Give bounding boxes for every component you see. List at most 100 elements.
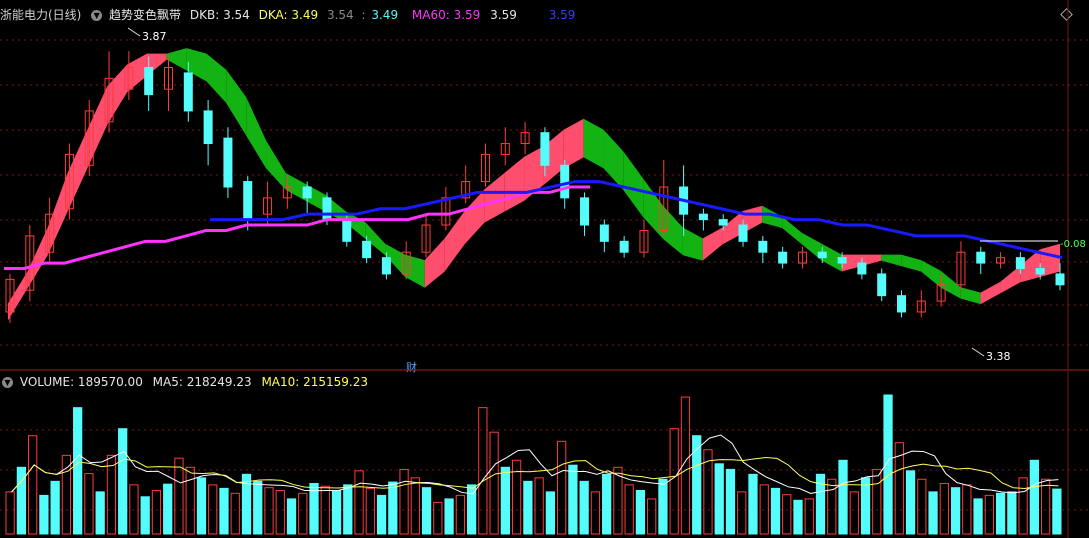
- ribbon-segment: [444, 211, 465, 272]
- volume-bar: [827, 478, 837, 535]
- volume-bar: [489, 431, 499, 535]
- candle-body: [837, 257, 847, 264]
- ribbon-segment: [8, 270, 28, 321]
- volume-bar: [860, 477, 871, 535]
- candle-body: [1015, 257, 1025, 269]
- volume-bar: [849, 491, 859, 535]
- volume-bar: [1007, 491, 1017, 535]
- volume-bar: [365, 487, 375, 535]
- volume-bar: [737, 491, 747, 535]
- candle-body: [1055, 273, 1065, 286]
- volume-bar: [770, 487, 781, 535]
- candle-body: [560, 164, 570, 199]
- volume-bar: [534, 477, 544, 535]
- candle-body: [203, 110, 213, 145]
- candle-body: [698, 213, 708, 221]
- ribbon-segment: [87, 86, 108, 169]
- volume-bar: [196, 477, 207, 535]
- volume-bar: [185, 466, 195, 535]
- ma60-line: [4, 185, 590, 270]
- volume-bar: [1040, 478, 1051, 535]
- volume-bar: [28, 435, 38, 535]
- ribbon-segment: [980, 281, 1001, 305]
- candle-body: [223, 137, 233, 188]
- volume-bar: [613, 466, 623, 535]
- ribbon-segment: [504, 156, 525, 212]
- candle-body: [738, 224, 748, 242]
- ribbon-segment: [27, 227, 48, 288]
- volume-bar: [647, 498, 657, 535]
- candle-body: [758, 240, 768, 253]
- volume-bar: [410, 477, 420, 535]
- ribbon-segment: [266, 140, 286, 190]
- volume-bar: [388, 481, 398, 535]
- candle-body: [540, 132, 550, 166]
- volume-bar: [793, 499, 803, 535]
- ribbon-segment: [881, 254, 902, 267]
- volume-bar: [917, 478, 927, 535]
- candle-body: [817, 251, 827, 259]
- annotations: 3.87 3.38 -0.08: [127, 27, 1086, 363]
- volume-bar: [568, 464, 578, 535]
- chart-window: { "header": { "stock_name": "浙能电力(日线)", …: [0, 0, 1089, 538]
- volume-bar: [230, 492, 240, 535]
- candle-body: [381, 257, 391, 275]
- volume-bar: [376, 494, 387, 535]
- volume-bar: [118, 428, 128, 535]
- ribbon-segment: [960, 287, 981, 305]
- volume-bars: [5, 394, 1062, 535]
- volume-bar: [444, 498, 454, 535]
- volume-bar: [973, 498, 983, 535]
- volume-bar: [635, 489, 646, 535]
- volume-bar: [939, 482, 949, 535]
- candle-body: [144, 66, 154, 96]
- volume-bar: [759, 484, 769, 535]
- candle-body: [1035, 268, 1045, 275]
- candle-body: [342, 219, 352, 242]
- volume-bar: [478, 407, 488, 535]
- candle-body: [718, 219, 728, 226]
- volume-bar: [950, 487, 961, 535]
- volume-bar: [84, 473, 94, 535]
- ribbon-segment: [623, 151, 644, 218]
- right-axis-label: -0.08: [1060, 239, 1086, 250]
- candle-body: [857, 262, 867, 275]
- volume-bar: [995, 492, 1006, 535]
- ribbon-segment: [107, 64, 128, 125]
- candle-body: [302, 186, 312, 199]
- volume-bar: [984, 494, 994, 535]
- volume-bar: [523, 480, 533, 535]
- candle-body: [243, 181, 253, 221]
- volume-bar: [39, 494, 49, 535]
- ribbon-segment: [127, 53, 147, 93]
- volume-bar: [5, 491, 15, 535]
- chart-canvas: 3.87 3.38 -0.08: [0, 0, 1089, 538]
- candle-body: [183, 72, 193, 112]
- volume-bar: [343, 484, 353, 535]
- ribbon-segment: [1000, 265, 1021, 294]
- ribbon-segment: [206, 53, 227, 104]
- ribbon-segment: [404, 254, 425, 288]
- volume-bar: [399, 468, 409, 535]
- volume-bar: [331, 489, 342, 535]
- volume-bar: [658, 478, 668, 535]
- volume-bar: [50, 480, 60, 535]
- volume-bar: [748, 473, 758, 535]
- volume-bar: [883, 394, 893, 535]
- volume-bar: [804, 498, 814, 535]
- volume-bar: [579, 480, 589, 535]
- volume-bar: [1052, 488, 1062, 535]
- ribbon-segment: [226, 69, 247, 136]
- volume-bar: [421, 487, 432, 535]
- candle-body: [322, 197, 332, 221]
- volume-bar: [61, 454, 72, 535]
- low-pointer: [971, 347, 985, 357]
- candle-body: [599, 224, 609, 242]
- candle-body: [976, 251, 986, 264]
- candle-body: [619, 240, 629, 253]
- candle-body: [778, 251, 788, 264]
- volume-bar: [219, 487, 229, 535]
- volume-bar: [286, 498, 297, 535]
- volume-bar: [433, 501, 443, 535]
- volume-bar: [782, 494, 792, 535]
